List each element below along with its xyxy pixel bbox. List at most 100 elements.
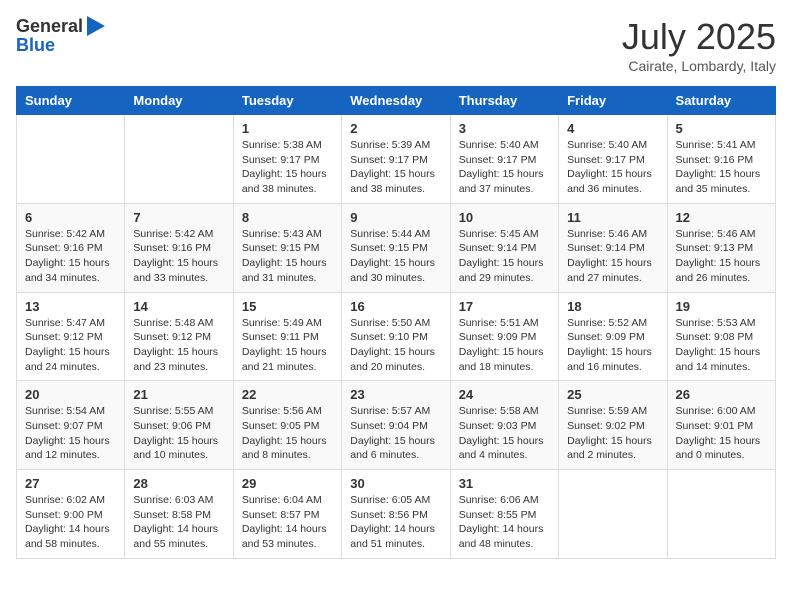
calendar-cell: 6 Sunrise: 5:42 AM Sunset: 9:16 PM Daylig…	[17, 203, 125, 292]
calendar-cell: 17 Sunrise: 5:51 AM Sunset: 9:09 PM Dayli…	[450, 292, 558, 381]
day-info: Sunrise: 5:41 AM Sunset: 9:16 PM Dayligh…	[676, 138, 767, 197]
day-number: 1	[242, 121, 333, 136]
day-info: Sunrise: 5:55 AM Sunset: 9:06 PM Dayligh…	[133, 404, 224, 463]
day-number: 15	[242, 299, 333, 314]
day-info: Sunrise: 5:44 AM Sunset: 9:15 PM Dayligh…	[350, 227, 441, 286]
day-number: 22	[242, 387, 333, 402]
day-number: 2	[350, 121, 441, 136]
day-info: Sunrise: 5:50 AM Sunset: 9:10 PM Dayligh…	[350, 316, 441, 375]
calendar-cell: 20 Sunrise: 5:54 AM Sunset: 9:07 PM Dayli…	[17, 381, 125, 470]
calendar-cell: 30 Sunrise: 6:05 AM Sunset: 8:56 PM Dayli…	[342, 470, 450, 559]
day-number: 30	[350, 476, 441, 491]
calendar-cell: 15 Sunrise: 5:49 AM Sunset: 9:11 PM Dayli…	[233, 292, 341, 381]
day-number: 29	[242, 476, 333, 491]
calendar-cell: 14 Sunrise: 5:48 AM Sunset: 9:12 PM Dayli…	[125, 292, 233, 381]
calendar-cell: 27Sunrise: 6:02 AM Sunset: 9:00 PM Dayli…	[17, 470, 125, 559]
calendar-cell: 10 Sunrise: 5:45 AM Sunset: 9:14 PM Dayli…	[450, 203, 558, 292]
calendar-week-row: 27Sunrise: 6:02 AM Sunset: 9:00 PM Dayli…	[17, 470, 776, 559]
calendar-cell	[125, 115, 233, 204]
day-info: Sunrise: 5:48 AM Sunset: 9:12 PM Dayligh…	[133, 316, 224, 375]
calendar-cell: 4Sunrise: 5:40 AM Sunset: 9:17 PM Daylig…	[559, 115, 667, 204]
day-info: Sunrise: 5:54 AM Sunset: 9:07 PM Dayligh…	[25, 404, 116, 463]
day-number: 16	[350, 299, 441, 314]
day-of-week-header: Wednesday	[342, 87, 450, 115]
day-number: 9	[350, 210, 441, 225]
day-of-week-header: Sunday	[17, 87, 125, 115]
logo-arrow-icon	[87, 16, 105, 36]
day-number: 21	[133, 387, 224, 402]
calendar-cell: 11 Sunrise: 5:46 AM Sunset: 9:14 PM Dayli…	[559, 203, 667, 292]
calendar-cell: 7Sunrise: 5:42 AM Sunset: 9:16 PM Daylig…	[125, 203, 233, 292]
day-info: Sunrise: 6:03 AM Sunset: 8:58 PM Dayligh…	[133, 493, 224, 552]
day-number: 11	[567, 210, 658, 225]
calendar-cell: 5Sunrise: 5:41 AM Sunset: 9:16 PM Daylig…	[667, 115, 775, 204]
day-number: 3	[459, 121, 550, 136]
calendar-cell: 12 Sunrise: 5:46 AM Sunset: 9:13 PM Dayli…	[667, 203, 775, 292]
day-number: 6	[25, 210, 116, 225]
calendar-cell	[17, 115, 125, 204]
day-of-week-header: Tuesday	[233, 87, 341, 115]
logo-blue-text: Blue	[16, 35, 55, 56]
day-info: Sunrise: 5:42 AM Sunset: 9:16 PM Dayligh…	[25, 227, 116, 286]
day-info: Sunrise: 5:53 AM Sunset: 9:08 PM Dayligh…	[676, 316, 767, 375]
day-number: 18	[567, 299, 658, 314]
day-info: Sunrise: 5:43 AM Sunset: 9:15 PM Dayligh…	[242, 227, 333, 286]
day-number: 4	[567, 121, 658, 136]
day-info: Sunrise: 5:39 AM Sunset: 9:17 PM Dayligh…	[350, 138, 441, 197]
day-info: Sunrise: 5:46 AM Sunset: 9:13 PM Dayligh…	[676, 227, 767, 286]
day-info: Sunrise: 5:51 AM Sunset: 9:09 PM Dayligh…	[459, 316, 550, 375]
day-number: 10	[459, 210, 550, 225]
day-info: Sunrise: 5:45 AM Sunset: 9:14 PM Dayligh…	[459, 227, 550, 286]
calendar-cell: 13 Sunrise: 5:47 AM Sunset: 9:12 PM Dayli…	[17, 292, 125, 381]
day-info: Sunrise: 6:05 AM Sunset: 8:56 PM Dayligh…	[350, 493, 441, 552]
month-title: July 2025	[622, 16, 776, 58]
day-of-week-header: Monday	[125, 87, 233, 115]
calendar-week-row: 20 Sunrise: 5:54 AM Sunset: 9:07 PM Dayli…	[17, 381, 776, 470]
logo: General Blue	[16, 16, 105, 56]
calendar-cell: 26 Sunrise: 6:00 AM Sunset: 9:01 PM Dayli…	[667, 381, 775, 470]
calendar-week-row: 1Sunrise: 5:38 AM Sunset: 9:17 PM Daylig…	[17, 115, 776, 204]
day-number: 28	[133, 476, 224, 491]
logo-general-text: General	[16, 16, 83, 37]
calendar-cell: 16 Sunrise: 5:50 AM Sunset: 9:10 PM Dayli…	[342, 292, 450, 381]
day-number: 17	[459, 299, 550, 314]
day-number: 14	[133, 299, 224, 314]
calendar-cell: 2 Sunrise: 5:39 AM Sunset: 9:17 PM Daylig…	[342, 115, 450, 204]
day-info: Sunrise: 5:40 AM Sunset: 9:17 PM Dayligh…	[459, 138, 550, 197]
day-number: 20	[25, 387, 116, 402]
day-number: 13	[25, 299, 116, 314]
day-info: Sunrise: 6:06 AM Sunset: 8:55 PM Dayligh…	[459, 493, 550, 552]
calendar-cell	[667, 470, 775, 559]
calendar-cell: 3 Sunrise: 5:40 AM Sunset: 9:17 PM Daylig…	[450, 115, 558, 204]
calendar-cell: 23 Sunrise: 5:57 AM Sunset: 9:04 PM Dayli…	[342, 381, 450, 470]
day-of-week-header: Saturday	[667, 87, 775, 115]
day-number: 25	[567, 387, 658, 402]
day-info: Sunrise: 5:47 AM Sunset: 9:12 PM Dayligh…	[25, 316, 116, 375]
day-info: Sunrise: 6:04 AM Sunset: 8:57 PM Dayligh…	[242, 493, 333, 552]
day-info: Sunrise: 6:00 AM Sunset: 9:01 PM Dayligh…	[676, 404, 767, 463]
day-info: Sunrise: 5:58 AM Sunset: 9:03 PM Dayligh…	[459, 404, 550, 463]
day-number: 12	[676, 210, 767, 225]
calendar-week-row: 6 Sunrise: 5:42 AM Sunset: 9:16 PM Daylig…	[17, 203, 776, 292]
calendar-cell: 1Sunrise: 5:38 AM Sunset: 9:17 PM Daylig…	[233, 115, 341, 204]
day-number: 31	[459, 476, 550, 491]
calendar-cell: 29 Sunrise: 6:04 AM Sunset: 8:57 PM Dayli…	[233, 470, 341, 559]
calendar-cell: 31 Sunrise: 6:06 AM Sunset: 8:55 PM Dayli…	[450, 470, 558, 559]
calendar-cell: 28 Sunrise: 6:03 AM Sunset: 8:58 PM Dayli…	[125, 470, 233, 559]
page-header: General Blue July 2025 Cairate, Lombardy…	[16, 16, 776, 74]
calendar-cell: 19 Sunrise: 5:53 AM Sunset: 9:08 PM Dayli…	[667, 292, 775, 381]
calendar-header-row: SundayMondayTuesdayWednesdayThursdayFrid…	[17, 87, 776, 115]
day-number: 27	[25, 476, 116, 491]
day-info: Sunrise: 5:57 AM Sunset: 9:04 PM Dayligh…	[350, 404, 441, 463]
calendar-cell	[559, 470, 667, 559]
day-number: 7	[133, 210, 224, 225]
day-info: Sunrise: 5:49 AM Sunset: 9:11 PM Dayligh…	[242, 316, 333, 375]
day-of-week-header: Friday	[559, 87, 667, 115]
day-number: 23	[350, 387, 441, 402]
day-info: Sunrise: 5:59 AM Sunset: 9:02 PM Dayligh…	[567, 404, 658, 463]
day-info: Sunrise: 5:46 AM Sunset: 9:14 PM Dayligh…	[567, 227, 658, 286]
day-number: 26	[676, 387, 767, 402]
calendar-cell: 18Sunrise: 5:52 AM Sunset: 9:09 PM Dayli…	[559, 292, 667, 381]
day-number: 19	[676, 299, 767, 314]
location-text: Cairate, Lombardy, Italy	[622, 58, 776, 74]
